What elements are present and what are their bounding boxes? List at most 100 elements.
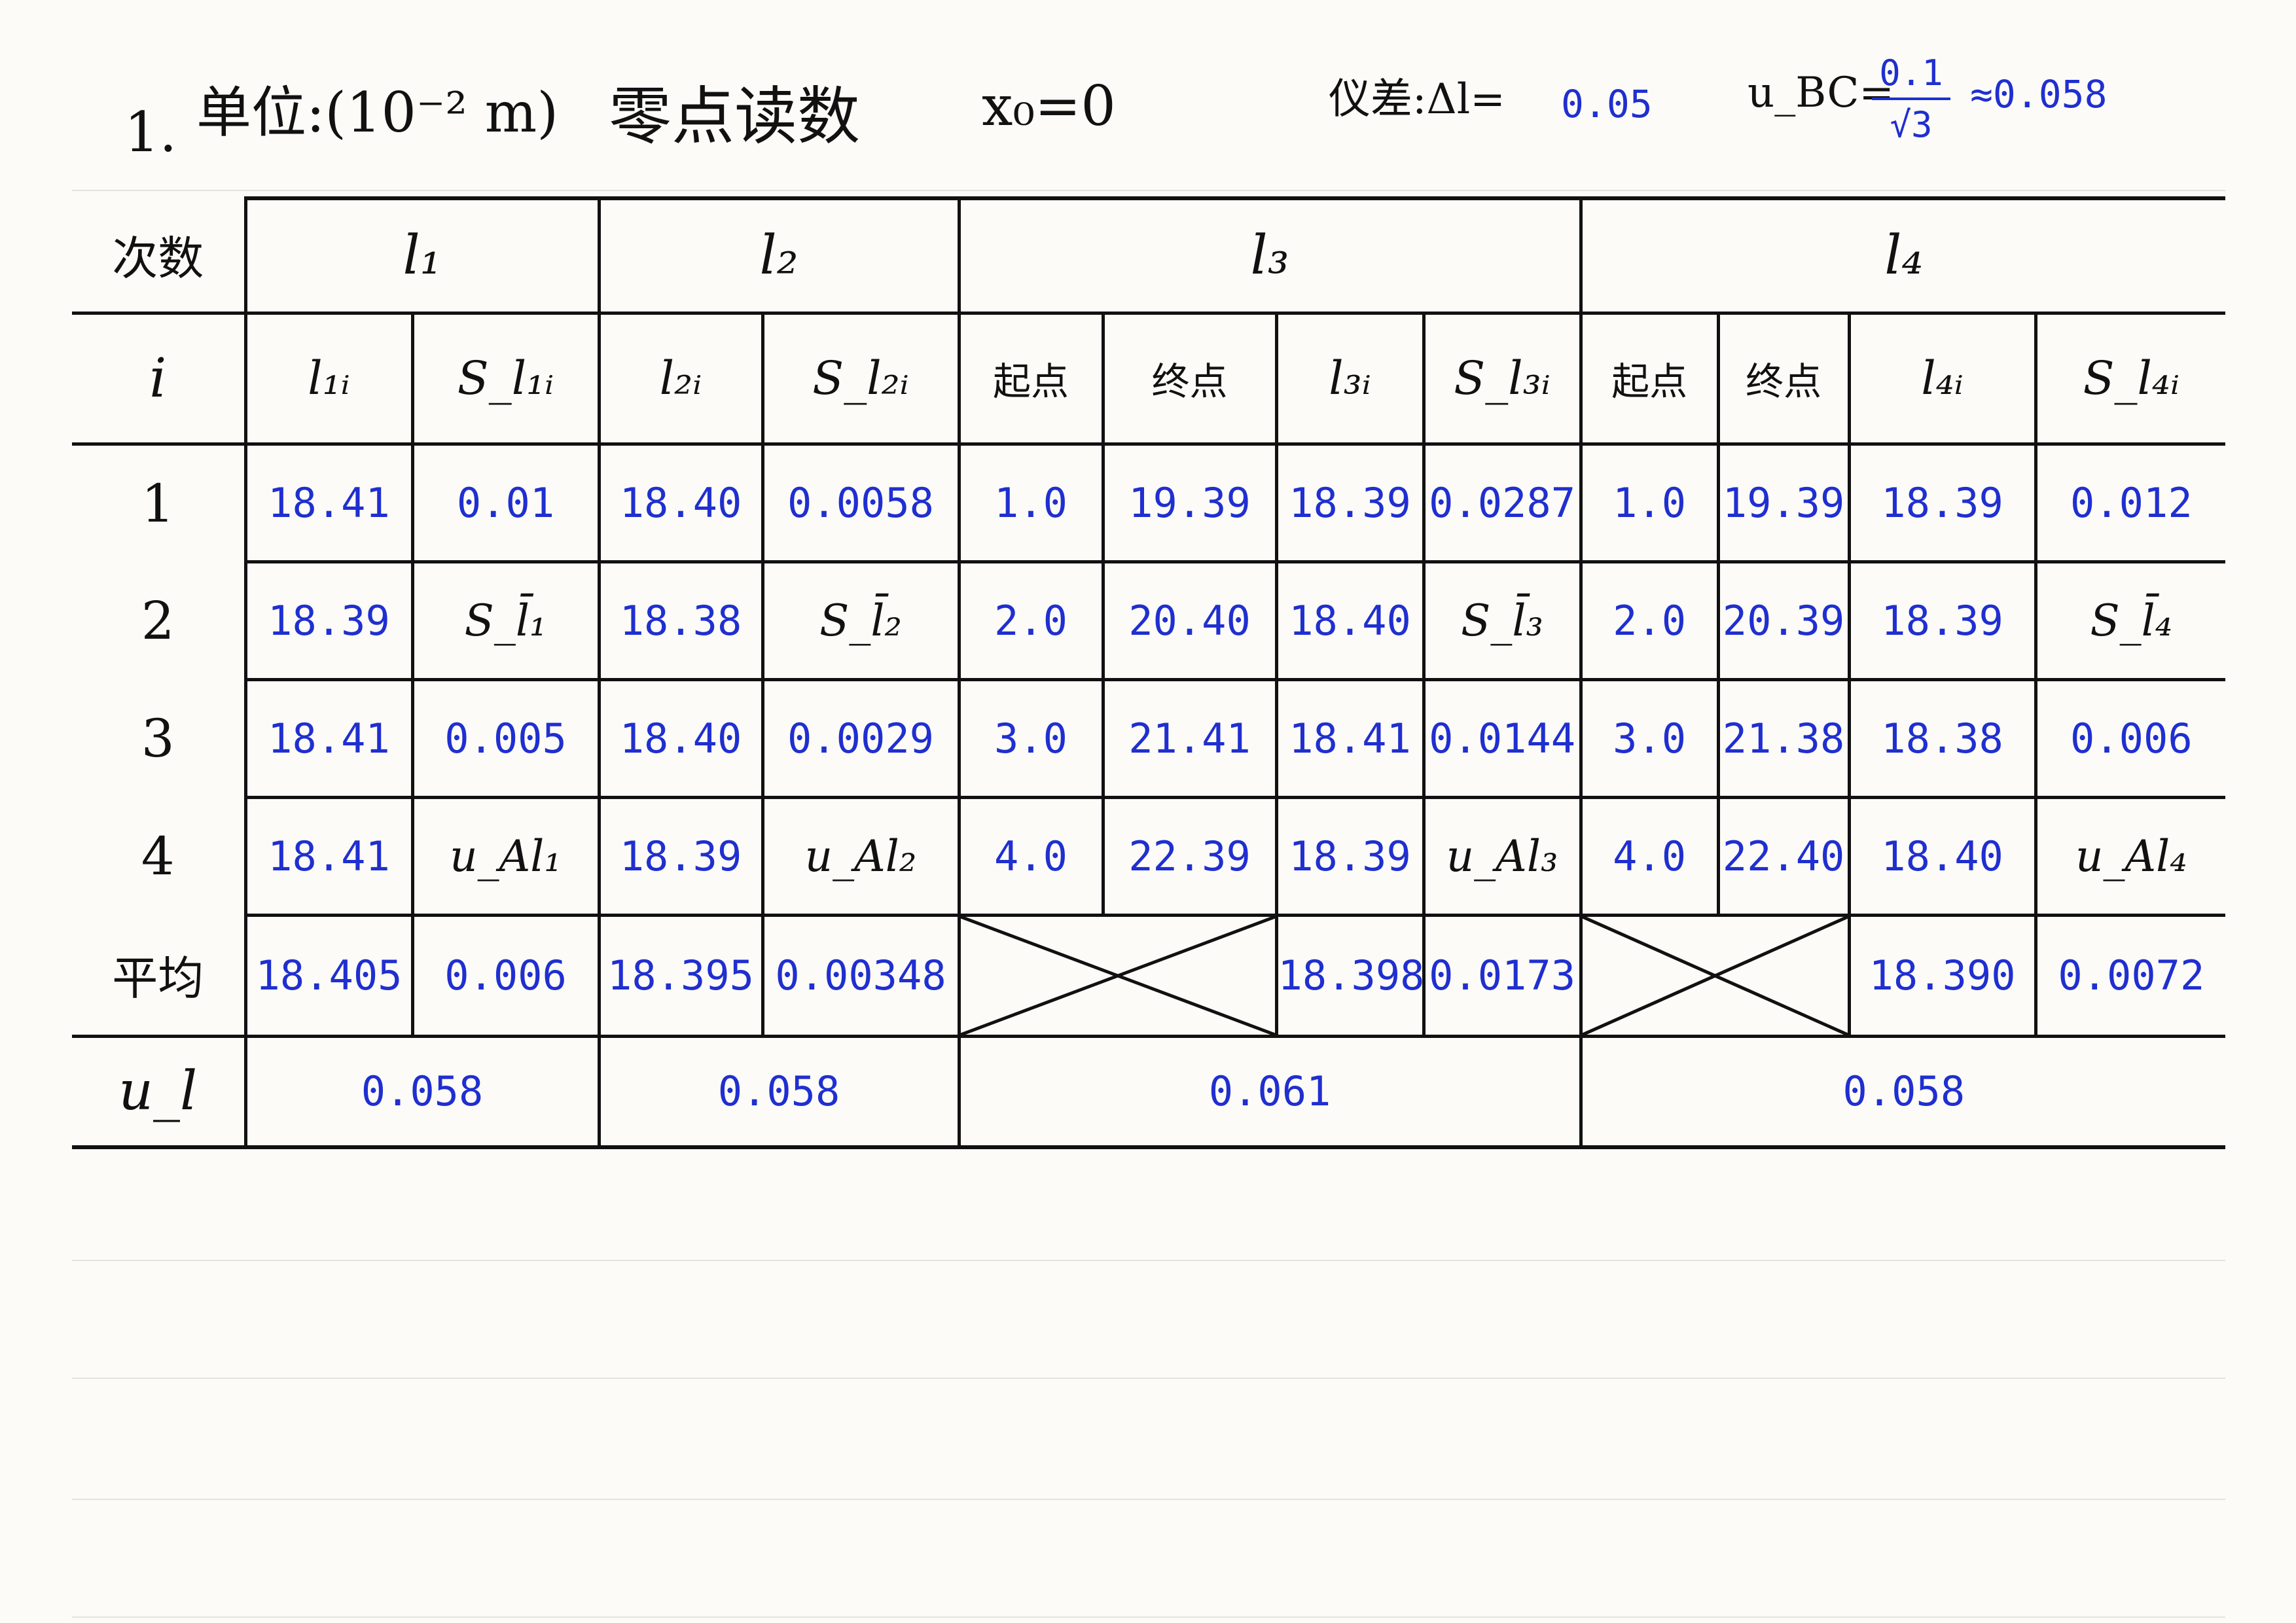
cell: 1.0 <box>1613 478 1687 527</box>
ubc-denominator: √3 <box>1890 104 1933 145</box>
cell: 0.0144 <box>1429 714 1576 762</box>
uncertainty-label: u_l <box>118 1060 198 1123</box>
ubc-fraction: 0.1 √3 <box>1872 52 1950 145</box>
cell: 2.0 <box>994 596 1068 645</box>
average-l4: 18.390 <box>1869 952 2016 999</box>
average-s1: 0.006 <box>444 952 567 999</box>
table-row: 2 18.39 S_l̄₁ 18.38 S_l̄₂ 2.0 20.40 18.4… <box>72 560 2226 681</box>
cell: 0.005 <box>444 714 567 762</box>
cell: 19.39 <box>1128 478 1251 527</box>
crossed-out-cell <box>957 913 1278 1038</box>
cell: 18.39 <box>619 832 742 880</box>
cell: 22.40 <box>1722 832 1845 880</box>
cell: 4.0 <box>994 832 1068 880</box>
cell: 21.38 <box>1722 714 1845 762</box>
cell: 0.0287 <box>1429 478 1576 527</box>
cell: 18.38 <box>619 596 742 645</box>
cell: 1.0 <box>994 478 1068 527</box>
crossed-out-cell <box>1579 913 1851 1038</box>
ruled-line <box>72 1499 2225 1500</box>
subheader: l₁ᵢ <box>308 351 350 405</box>
table-row: 3 18.41 0.005 18.40 0.0029 3.0 21.41 18.… <box>72 677 2226 799</box>
item-number: 1. <box>124 100 177 164</box>
unit-label: 单位:(10⁻² m) <box>196 80 559 145</box>
table-row: 1 18.41 0.01 18.40 0.0058 1.0 19.39 18.3… <box>72 442 2226 563</box>
cell: 18.40 <box>1289 596 1411 645</box>
subheader: S_l₁ᵢ <box>457 351 554 405</box>
cell: S_l̄₂ <box>819 595 902 646</box>
instrument-error-value: 0.05 <box>1561 82 1653 126</box>
corner-label-count: 次数 <box>112 231 204 285</box>
subheader: 终点 <box>1151 359 1228 404</box>
average-s4: 0.0072 <box>2058 952 2205 999</box>
row-index: 2 <box>141 590 175 651</box>
uncertainty-l4: 0.058 <box>1842 1067 1965 1116</box>
cell: 0.0029 <box>787 714 934 762</box>
cell: 18.38 <box>1881 714 2003 762</box>
cell: 20.39 <box>1722 596 1845 645</box>
cell: 18.40 <box>1881 832 2003 880</box>
cross-mark <box>1583 917 1848 1035</box>
cell: u_Al₁ <box>450 830 562 882</box>
cell: 18.39 <box>1881 596 2003 645</box>
cell: 0.012 <box>2070 478 2193 527</box>
row-index: 4 <box>141 825 175 887</box>
cell: u_Al₄ <box>2075 830 2187 882</box>
group-header-row: 次数 l₁ l₂ l₃ l₄ <box>72 196 2226 315</box>
cell: 0.006 <box>2070 714 2193 762</box>
subheader: 终点 <box>1746 359 1822 404</box>
ruled-line <box>72 1378 2225 1379</box>
subheader: 起点 <box>1611 359 1688 404</box>
average-label: 平均 <box>112 951 204 1005</box>
group-l2: l₂ <box>759 224 798 287</box>
cell: u_Al₂ <box>804 830 917 882</box>
notebook-page: 1. 单位:(10⁻² m) 零点读数 x₀=0 仪差:Δl= 0.05 u_B… <box>0 0 2296 1623</box>
group-l1: l₁ <box>403 224 442 287</box>
ubc-numerator: 0.1 <box>1872 52 1950 100</box>
row-index: 1 <box>141 473 175 534</box>
cell: 18.40 <box>619 714 742 762</box>
ruled-line <box>72 190 2225 191</box>
group-l3: l₃ <box>1250 224 1289 287</box>
average-l2: 18.395 <box>607 952 754 999</box>
uncertainty-l1: 0.058 <box>361 1067 484 1116</box>
uncertainty-row: u_l 0.058 0.058 0.061 0.058 <box>72 1034 2226 1149</box>
cell: 2.0 <box>1613 596 1687 645</box>
ubc-approx: ≈0.058 <box>1970 72 2108 116</box>
uncertainty-l2: 0.058 <box>717 1067 840 1116</box>
cell: 18.39 <box>1289 832 1411 880</box>
cell: 22.39 <box>1128 832 1251 880</box>
subheader: S_l₄ᵢ <box>2083 351 2180 405</box>
average-s3: 0.0173 <box>1429 952 1576 999</box>
cell: S_l̄₁ <box>464 595 547 646</box>
cell: 21.41 <box>1128 714 1251 762</box>
cell: 18.40 <box>619 478 742 527</box>
ruled-line <box>72 1616 2225 1618</box>
cell: 18.41 <box>268 478 390 527</box>
average-l1: 18.405 <box>255 952 403 999</box>
average-row: 平均 18.405 0.006 18.395 0.00348 18.398 0.… <box>72 913 2226 1038</box>
subheader: S_l₂ᵢ <box>812 351 909 405</box>
subheader: l₂ᵢ <box>659 351 702 405</box>
cell: 3.0 <box>994 714 1068 762</box>
zero-reading-label: 零点读数 <box>609 80 860 153</box>
sub-header-row: i l₁ᵢ S_l₁ᵢ l₂ᵢ S_l₂ᵢ 起点 终点 l₃ᵢ S_l₃ᵢ 起点… <box>72 311 2226 446</box>
cell: u_Al₃ <box>1446 830 1558 882</box>
measurement-table: 次数 l₁ l₂ l₃ l₄ i l₁ᵢ S_l₁ᵢ l₂ᵢ S_l₂ᵢ 起点 … <box>72 196 2226 1149</box>
zero-reading-value: x₀=0 <box>982 74 1116 138</box>
group-l4: l₄ <box>1884 224 1924 287</box>
table-row: 4 18.41 u_Al₁ 18.39 u_Al₂ 4.0 22.39 18.3… <box>72 795 2226 917</box>
cell: 18.41 <box>268 714 390 762</box>
cell: 18.41 <box>268 832 390 880</box>
cell: 20.40 <box>1128 596 1251 645</box>
cell: 18.39 <box>268 596 390 645</box>
ruled-line <box>72 1260 2225 1261</box>
cell: S_l̄₄ <box>2090 595 2173 646</box>
corner-label-i: i <box>149 347 167 410</box>
row-index: 3 <box>141 707 175 769</box>
cross-mark <box>961 917 1275 1035</box>
cell: 0.01 <box>456 478 555 527</box>
subheader: S_l₃ᵢ <box>1454 351 1551 405</box>
cell: 4.0 <box>1613 832 1687 880</box>
subheader: l₃ᵢ <box>1329 351 1371 405</box>
